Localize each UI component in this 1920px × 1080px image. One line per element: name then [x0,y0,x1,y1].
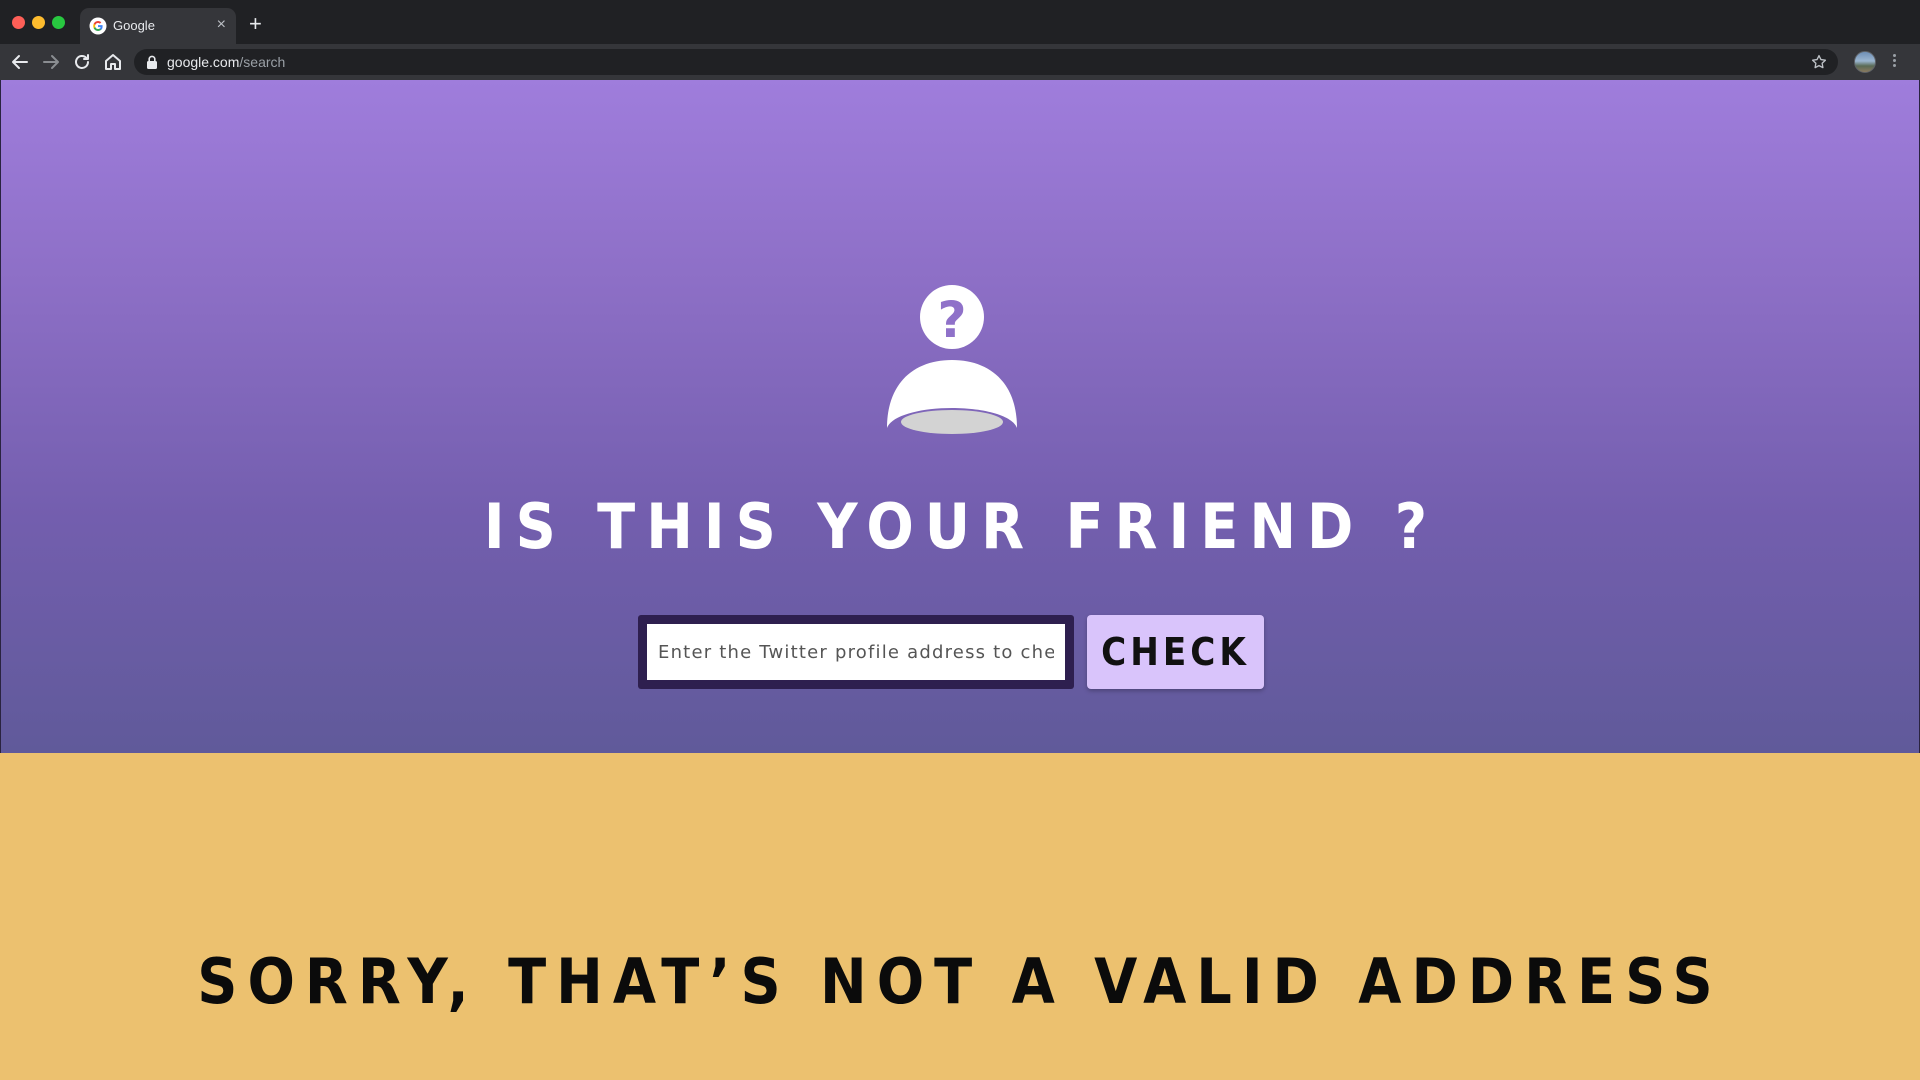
tab-google[interactable]: Google × [80,8,236,44]
tab-strip: Google × + [0,0,1920,44]
lock-icon[interactable] [146,55,158,69]
twitter-url-input[interactable] [647,624,1065,680]
minimize-window-button[interactable] [32,16,45,29]
error-banner: SORRY, THAT’S NOT A VALID ADDRESS [0,753,1920,1080]
input-frame [638,615,1074,689]
star-icon[interactable] [1810,53,1828,71]
profile-avatar[interactable] [1854,51,1876,73]
question-mark: ? [937,291,966,349]
new-tab-button[interactable]: + [249,12,262,36]
url-text[interactable]: google.com/search [167,54,285,70]
hero-section: ? IS THIS YOUR FRIEND ? CHECK [0,80,1920,753]
unknown-person-question-icon: ? [887,285,1017,434]
forward-arrow-icon[interactable] [39,50,63,74]
url-path: /search [239,54,286,70]
url-host: google.com [167,54,240,70]
page-title: IS THIS YOUR FRIEND ? [483,490,1439,563]
check-button[interactable]: CHECK [1087,615,1264,689]
error-message: SORRY, THAT’S NOT A VALID ADDRESS [197,945,1723,1018]
toolbar: google.com/search [0,44,1920,80]
address-bar[interactable]: google.com/search [134,49,1838,75]
reload-icon[interactable] [70,50,94,74]
close-window-button[interactable] [12,16,25,29]
browser-chrome: Google × + google.com/search [0,0,1920,80]
menu-dots-icon[interactable] [1891,52,1897,72]
tab-close-icon[interactable]: × [217,15,226,35]
google-favicon [89,17,107,35]
back-arrow-icon[interactable] [8,50,32,74]
maximize-window-button[interactable] [52,16,65,29]
page-content: ? IS THIS YOUR FRIEND ? CHECK SORRY, THA… [0,80,1920,1080]
check-form: CHECK [638,615,1264,689]
tab-title: Google [113,18,155,33]
home-icon[interactable] [101,50,125,74]
